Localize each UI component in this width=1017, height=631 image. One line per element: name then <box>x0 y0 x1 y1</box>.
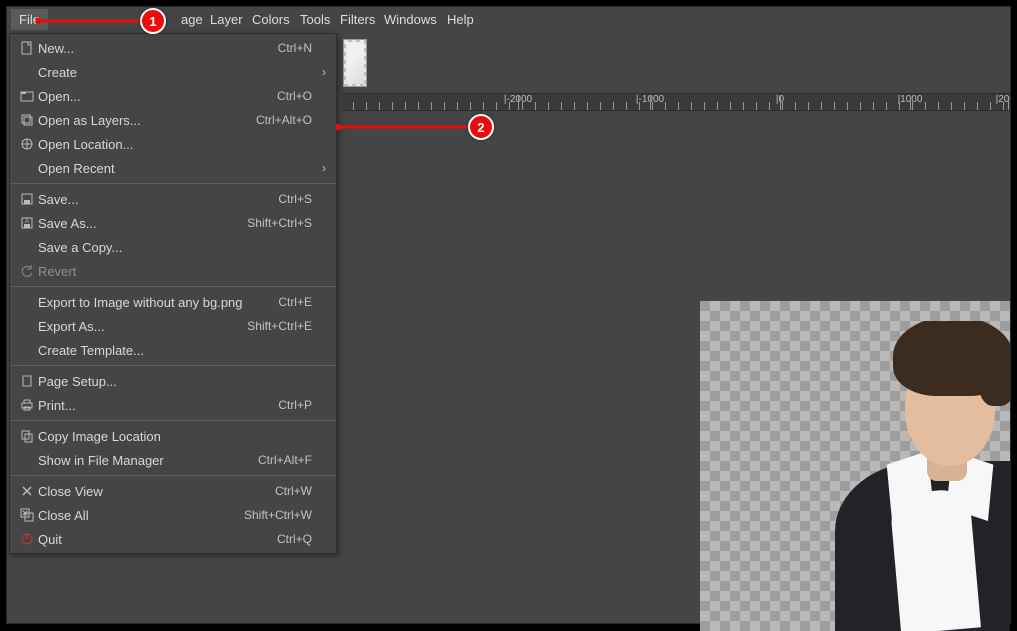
menu-item-accel: Ctrl+W <box>275 484 312 498</box>
menu-item-label: Create Template... <box>38 343 312 358</box>
menu-item-open-location[interactable]: Open Location... <box>10 132 336 156</box>
globe-icon <box>16 137 38 151</box>
menu-item-accel: Ctrl+E <box>278 295 312 309</box>
menu-item-label: Export to Image without any bg.png <box>38 295 278 310</box>
menu-item-label: Print... <box>38 398 278 413</box>
menu-item-save-a-copy[interactable]: Save a Copy... <box>10 235 336 259</box>
menu-item-close-all[interactable]: Close AllShift+Ctrl+W <box>10 503 336 527</box>
menu-item-save-as[interactable]: A Save As...Shift+Ctrl+S <box>10 211 336 235</box>
menu-item-create[interactable]: Create› <box>10 60 336 84</box>
menu-item-save[interactable]: Save...Ctrl+S <box>10 187 336 211</box>
menu-item-accel: Shift+Ctrl+S <box>247 216 312 230</box>
menu-item-close-view[interactable]: Close ViewCtrl+W <box>10 479 336 503</box>
menu-colors[interactable]: Colors <box>244 9 298 30</box>
menu-item-label: Revert <box>38 264 312 279</box>
menu-separator <box>10 475 336 476</box>
save-icon <box>16 192 38 206</box>
new-icon <box>16 41 38 55</box>
menu-item-accel: Ctrl+N <box>278 41 312 55</box>
menu-item-show-in-file-manager[interactable]: Show in File ManagerCtrl+Alt+F <box>10 448 336 472</box>
quit-icon <box>16 532 38 546</box>
menu-item-label: Close View <box>38 484 275 499</box>
menu-item-accel: Ctrl+Q <box>277 532 312 546</box>
menu-separator <box>10 365 336 366</box>
menu-item-label: Open Recent <box>38 161 312 176</box>
menu-item-quit[interactable]: QuitCtrl+Q <box>10 527 336 551</box>
menu-item-accel: Ctrl+Alt+O <box>256 113 312 127</box>
menu-item-open[interactable]: Open...Ctrl+O <box>10 84 336 108</box>
menu-item-open-as-layers[interactable]: Open as Layers...Ctrl+Alt+O <box>10 108 336 132</box>
menu-item-label: Open as Layers... <box>38 113 256 128</box>
menu-item-export-to-image-without-any-bg-png[interactable]: Export to Image without any bg.pngCtrl+E <box>10 290 336 314</box>
menu-item-label: Save a Copy... <box>38 240 312 255</box>
revert-icon <box>16 264 38 278</box>
page-icon <box>16 374 38 388</box>
menu-help[interactable]: Help <box>439 9 482 30</box>
close-icon <box>16 484 38 498</box>
menu-item-create-template[interactable]: Create Template... <box>10 338 336 362</box>
document-thumbs <box>343 39 367 87</box>
closeall-icon <box>16 508 38 522</box>
menu-item-label: Save As... <box>38 216 247 231</box>
menu-item-accel: Ctrl+P <box>278 398 312 412</box>
menu-item-label: Copy Image Location <box>38 429 312 444</box>
menu-item-accel: Shift+Ctrl+E <box>247 319 312 333</box>
menu-item-print[interactable]: Print...Ctrl+P <box>10 393 336 417</box>
submenu-arrow-icon: › <box>312 161 326 175</box>
menu-item-label: Close All <box>38 508 244 523</box>
menu-separator <box>10 286 336 287</box>
menu-item-label: Page Setup... <box>38 374 312 389</box>
document-thumb[interactable] <box>343 39 367 87</box>
menu-item-label: Export As... <box>38 319 247 334</box>
annotation-bubble-1: 1 <box>140 8 166 34</box>
menu-separator <box>10 420 336 421</box>
menu-separator <box>10 183 336 184</box>
menu-item-label: Open... <box>38 89 277 104</box>
menu-windows[interactable]: Windows <box>376 9 445 30</box>
menu-item-accel: Ctrl+S <box>278 192 312 206</box>
menu-item-accel: Shift+Ctrl+W <box>244 508 312 522</box>
menu-item-label: Open Location... <box>38 137 312 152</box>
menu-item-copy-image-location[interactable]: Copy Image Location <box>10 424 336 448</box>
print-icon <box>16 398 38 412</box>
menu-item-export-as[interactable]: Export As...Shift+Ctrl+E <box>10 314 336 338</box>
app-window: File age Layer Colors Tools Filters Wind… <box>6 6 1011 624</box>
file-dropdown: New...Ctrl+NCreate›Open...Ctrl+OOpen as … <box>9 33 337 554</box>
menu-item-open-recent[interactable]: Open Recent› <box>10 156 336 180</box>
horizontal-ruler: |-2000 |-1000 |0 |1000 |2000 <box>343 93 1010 111</box>
submenu-arrow-icon: › <box>312 65 326 79</box>
menu-item-label: Show in File Manager <box>38 453 258 468</box>
menu-item-revert: Revert <box>10 259 336 283</box>
menu-item-accel: Ctrl+Alt+F <box>258 453 312 467</box>
saveas-icon: A <box>16 216 38 230</box>
menu-item-label: Create <box>38 65 312 80</box>
menu-item-label: Save... <box>38 192 278 207</box>
svg-text:A: A <box>25 219 29 225</box>
canvas-area[interactable] <box>343 111 1010 621</box>
layers-icon <box>16 113 38 127</box>
open-icon <box>16 89 38 103</box>
menu-item-label: New... <box>38 41 278 56</box>
menu-item-accel: Ctrl+O <box>277 89 312 103</box>
menu-item-label: Quit <box>38 532 277 547</box>
copy-icon <box>16 429 38 443</box>
menu-item-new[interactable]: New...Ctrl+N <box>10 36 336 60</box>
annotation-bubble-2: 2 <box>468 114 494 140</box>
portrait-image <box>835 321 1010 631</box>
menu-item-page-setup[interactable]: Page Setup... <box>10 369 336 393</box>
